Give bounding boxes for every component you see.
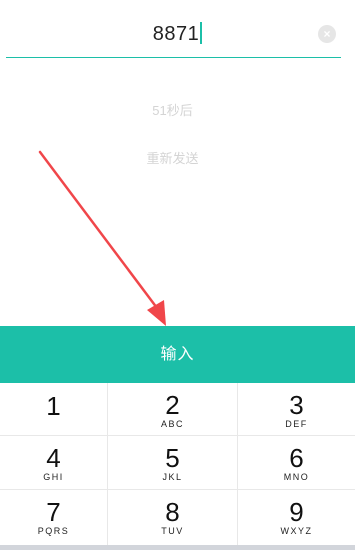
key-letters: WXYZ <box>280 526 313 536</box>
resend-button[interactable]: 重新发送 <box>0 148 345 167</box>
key-5[interactable]: 5 JKL <box>108 436 237 489</box>
code-value: 8871 <box>0 22 355 46</box>
key-digit: 6 <box>289 443 304 473</box>
key-digit: 8 <box>165 497 180 527</box>
input-underline <box>6 57 341 58</box>
key-3[interactable]: 3 DEF <box>238 383 355 435</box>
key-letters: GHI <box>43 472 64 482</box>
numeric-keypad: 1 2 ABC 3 DEF 4 GHI 5 JKL 6 MNO 7 PQRS 8 TUV 9 WXYZ <box>0 383 355 550</box>
key-1[interactable]: 1 <box>0 383 107 435</box>
submit-button[interactable]: 输入 <box>0 326 355 383</box>
key-letters: TUV <box>161 526 184 536</box>
key-digit: 5 <box>165 443 180 473</box>
key-digit: 7 <box>46 497 61 527</box>
key-9[interactable]: 9 WXYZ <box>238 490 355 545</box>
text-cursor <box>200 22 203 44</box>
key-2[interactable]: 2 ABC <box>108 383 237 435</box>
clear-icon[interactable]: × <box>318 25 336 43</box>
key-7[interactable]: 7 PQRS <box>0 490 107 545</box>
key-digit: 1 <box>46 391 61 421</box>
verification-code-field[interactable]: 8871 × <box>0 0 355 60</box>
key-letters: MNO <box>283 472 310 482</box>
key-4[interactable]: 4 GHI <box>0 436 107 489</box>
key-digit: 3 <box>289 390 304 420</box>
key-digit: 4 <box>46 443 61 473</box>
code-text: 8871 <box>152 23 200 45</box>
key-letters: DEF <box>285 419 308 429</box>
key-8[interactable]: 8 TUV <box>108 490 237 545</box>
key-digit: 9 <box>289 497 304 527</box>
key-letters: JKL <box>162 472 183 482</box>
keypad-bottom-row <box>0 545 355 550</box>
key-letters: PQRS <box>37 526 70 536</box>
key-letters: ABC <box>160 419 184 429</box>
countdown-text: 51秒后 <box>152 103 193 118</box>
key-digit: 2 <box>165 390 180 420</box>
key-6[interactable]: 6 MNO <box>238 436 355 489</box>
